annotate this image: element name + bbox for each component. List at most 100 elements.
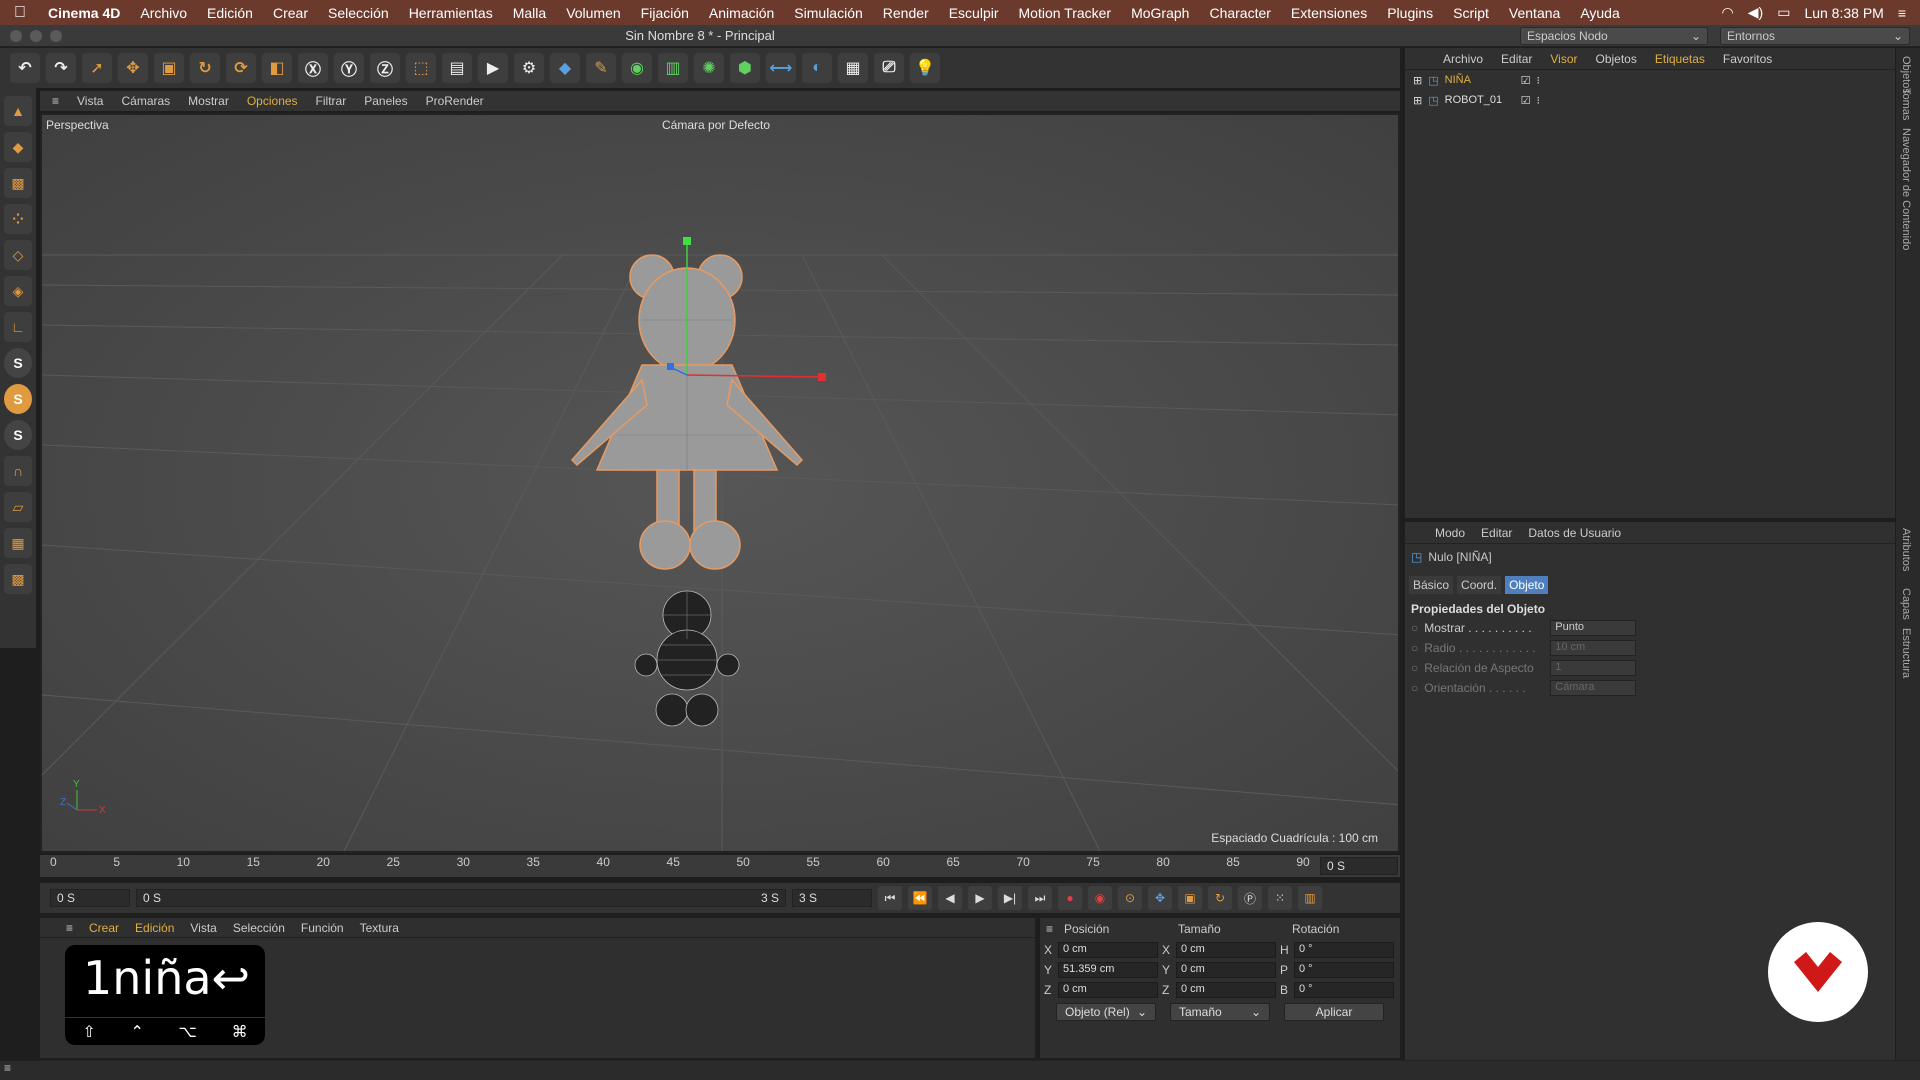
psr-tool-icon[interactable]: ⟳ (226, 53, 256, 83)
property-value[interactable]: Punto (1550, 620, 1637, 636)
viewport-menu-item[interactable]: ProRender (426, 94, 484, 108)
viewport-menu-item[interactable]: Opciones (247, 94, 298, 108)
points-mode-icon[interactable]: ⁘ (4, 204, 32, 234)
record-icon[interactable]: ● (1058, 886, 1082, 910)
range-slider[interactable]: 0 S 3 S (136, 889, 786, 907)
rotation-field[interactable]: 0 ° (1294, 982, 1394, 998)
side-tab[interactable]: Capas (1900, 588, 1912, 620)
render-view-icon[interactable]: ▶ (478, 53, 508, 83)
visibility-check-icon[interactable]: ☑ (1521, 74, 1531, 87)
side-tab[interactable]: Atributos (1900, 528, 1912, 571)
battery-icon[interactable]: ▭ (1777, 4, 1790, 21)
texture-mode-icon[interactable]: ▩ (4, 168, 32, 198)
mac-menu-item[interactable]: Ayuda (1570, 5, 1629, 21)
app-menu[interactable]: Cinema 4D (40, 5, 130, 21)
attributes-menu-item[interactable]: Modo (1435, 526, 1465, 540)
generator-icon[interactable]: ▥ (658, 53, 688, 83)
viewport[interactable]: Y X Z Perspectiva Cámara por Defecto Esp… (40, 113, 1400, 853)
snap-settings-icon[interactable]: S (4, 384, 32, 414)
snap-toggle-icon[interactable]: S (4, 420, 32, 450)
rotation-field[interactable]: 0 ° (1294, 942, 1394, 958)
coordinate-system-icon[interactable]: ⬚ (406, 53, 436, 83)
hamburger-icon[interactable]: ≡ (0, 1061, 11, 1075)
edges-mode-icon[interactable]: ◇ (4, 240, 32, 270)
end-frame-field[interactable]: 3 S (792, 889, 872, 907)
mac-menu-item[interactable]: Crear (263, 5, 318, 21)
pla-key-icon[interactable]: ⁙ (1268, 886, 1292, 910)
cloner-icon[interactable]: ✺ (694, 53, 724, 83)
mac-menu-item[interactable]: Herramientas (399, 5, 503, 21)
grid-icon[interactable]: ▦ (4, 528, 32, 558)
move-tool-icon[interactable]: ✥ (118, 53, 148, 83)
mac-menu-item[interactable]: Extensiones (1281, 5, 1377, 21)
material-menu-item[interactable]: Selección (233, 921, 285, 935)
size-field[interactable]: 0 cm (1176, 982, 1276, 998)
volume-icon[interactable]: ◀) (1748, 4, 1763, 21)
hamburger-icon[interactable]: ≡ (52, 94, 59, 108)
timeline-ruler[interactable]: 0 5 10 15 20 25 30 35 40 45 50 55 60 65 70 75 80 85 90 0 S (40, 855, 1400, 877)
size-field[interactable]: 0 cm (1176, 962, 1276, 978)
coord-mode-select[interactable]: Objeto (Rel) ⌄ (1056, 1003, 1156, 1021)
position-key-icon[interactable]: ✥ (1148, 886, 1172, 910)
spline-pen-icon[interactable]: ✎ (586, 53, 616, 83)
render-settings-icon[interactable]: ⚙ (514, 53, 544, 83)
objects-menu-item[interactable]: Objetos (1596, 52, 1637, 66)
model-mode-icon[interactable]: ◆ (4, 132, 32, 162)
make-editable-icon[interactable]: ▲ (4, 96, 32, 126)
prev-key-icon[interactable]: ⏪ (908, 886, 932, 910)
deformer-icon[interactable]: ⟷ (766, 53, 796, 83)
viewport-menu-item[interactable]: Vista (77, 94, 103, 108)
prev-frame-icon[interactable]: ◀ (938, 886, 962, 910)
mac-menu-item[interactable]: Edición (197, 5, 263, 21)
animate-dot-icon[interactable]: ○ (1411, 681, 1418, 695)
rotate-tool-icon[interactable]: ↻ (190, 53, 220, 83)
mac-menu-item[interactable]: Animación (699, 5, 784, 21)
side-tab[interactable]: Tomas (1900, 88, 1912, 120)
attributes-menu-item[interactable]: Editar (1481, 526, 1512, 540)
object-row[interactable]: ⊞ ◳ NIÑA ☑ ⁝ (1405, 70, 1895, 90)
attributes-menu-item[interactable]: Datos de Usuario (1528, 526, 1621, 540)
hamburger-icon[interactable]: ≡ (1040, 922, 1064, 936)
go-to-start-icon[interactable]: ⏮ (878, 886, 902, 910)
viewport-menu-item[interactable]: Filtrar (316, 94, 347, 108)
x-axis-lock-icon[interactable]: Ⓧ (298, 53, 328, 83)
render-region-icon[interactable]: ▤ (442, 53, 472, 83)
animate-dot-icon[interactable]: ○ (1411, 621, 1418, 635)
expand-icon[interactable]: ⊞ (1413, 94, 1422, 107)
visibility-check-icon[interactable]: ☑ (1521, 94, 1531, 107)
snap-icon[interactable]: S (4, 348, 32, 378)
select-tool-icon[interactable]: ➚ (82, 53, 112, 83)
scale-key-icon[interactable]: ▣ (1178, 886, 1202, 910)
side-tab[interactable]: Estructura (1900, 628, 1912, 678)
camera-icon[interactable]: ⎚ (874, 53, 904, 83)
clock[interactable]: Lun 8:38 PM (1804, 5, 1883, 21)
object-name[interactable]: NIÑA (1445, 74, 1515, 86)
object-row[interactable]: ⊞ ◳ ROBOT_01 ☑ ⁝ (1405, 90, 1895, 110)
material-menu-item[interactable]: Crear (89, 921, 119, 935)
light-icon[interactable]: 💡 (910, 53, 940, 83)
mograph-icon[interactable]: ⬢ (730, 53, 760, 83)
position-field[interactable]: 0 cm (1058, 982, 1158, 998)
mac-menu-item[interactable]: Motion Tracker (1009, 5, 1122, 21)
mac-menu-item[interactable]: Render (873, 5, 939, 21)
current-frame-field[interactable]: 0 S (1320, 857, 1398, 875)
mac-menu-item[interactable]: Fijación (631, 5, 699, 21)
cube-icon[interactable]: ◆ (550, 53, 580, 83)
mac-menu-item[interactable]: Malla (503, 5, 556, 21)
last-tool-icon[interactable]: ◧ (262, 53, 292, 83)
magnet-icon[interactable]: ∩ (4, 456, 32, 486)
z-axis-lock-icon[interactable]: Ⓩ (370, 53, 400, 83)
camera-label[interactable]: Cámara por Defecto (662, 118, 770, 132)
mac-menu-item[interactable]: Ventana (1499, 5, 1570, 21)
list-icon[interactable]: ≡ (1898, 5, 1906, 21)
undo-icon[interactable]: ↶ (10, 53, 40, 83)
apple-icon[interactable]:  (0, 4, 40, 22)
rotation-key-icon[interactable]: ↻ (1208, 886, 1232, 910)
visibility-dots-icon[interactable]: ⁝ (1537, 94, 1541, 107)
mac-menu-item[interactable]: Volumen (556, 5, 630, 21)
mac-menu-item[interactable]: Esculpir (939, 5, 1009, 21)
visibility-dots-icon[interactable]: ⁝ (1537, 74, 1541, 87)
position-field[interactable]: 0 cm (1058, 942, 1158, 958)
viewport-canvas[interactable]: Y X Z (42, 115, 1400, 853)
y-axis-lock-icon[interactable]: Ⓨ (334, 53, 364, 83)
